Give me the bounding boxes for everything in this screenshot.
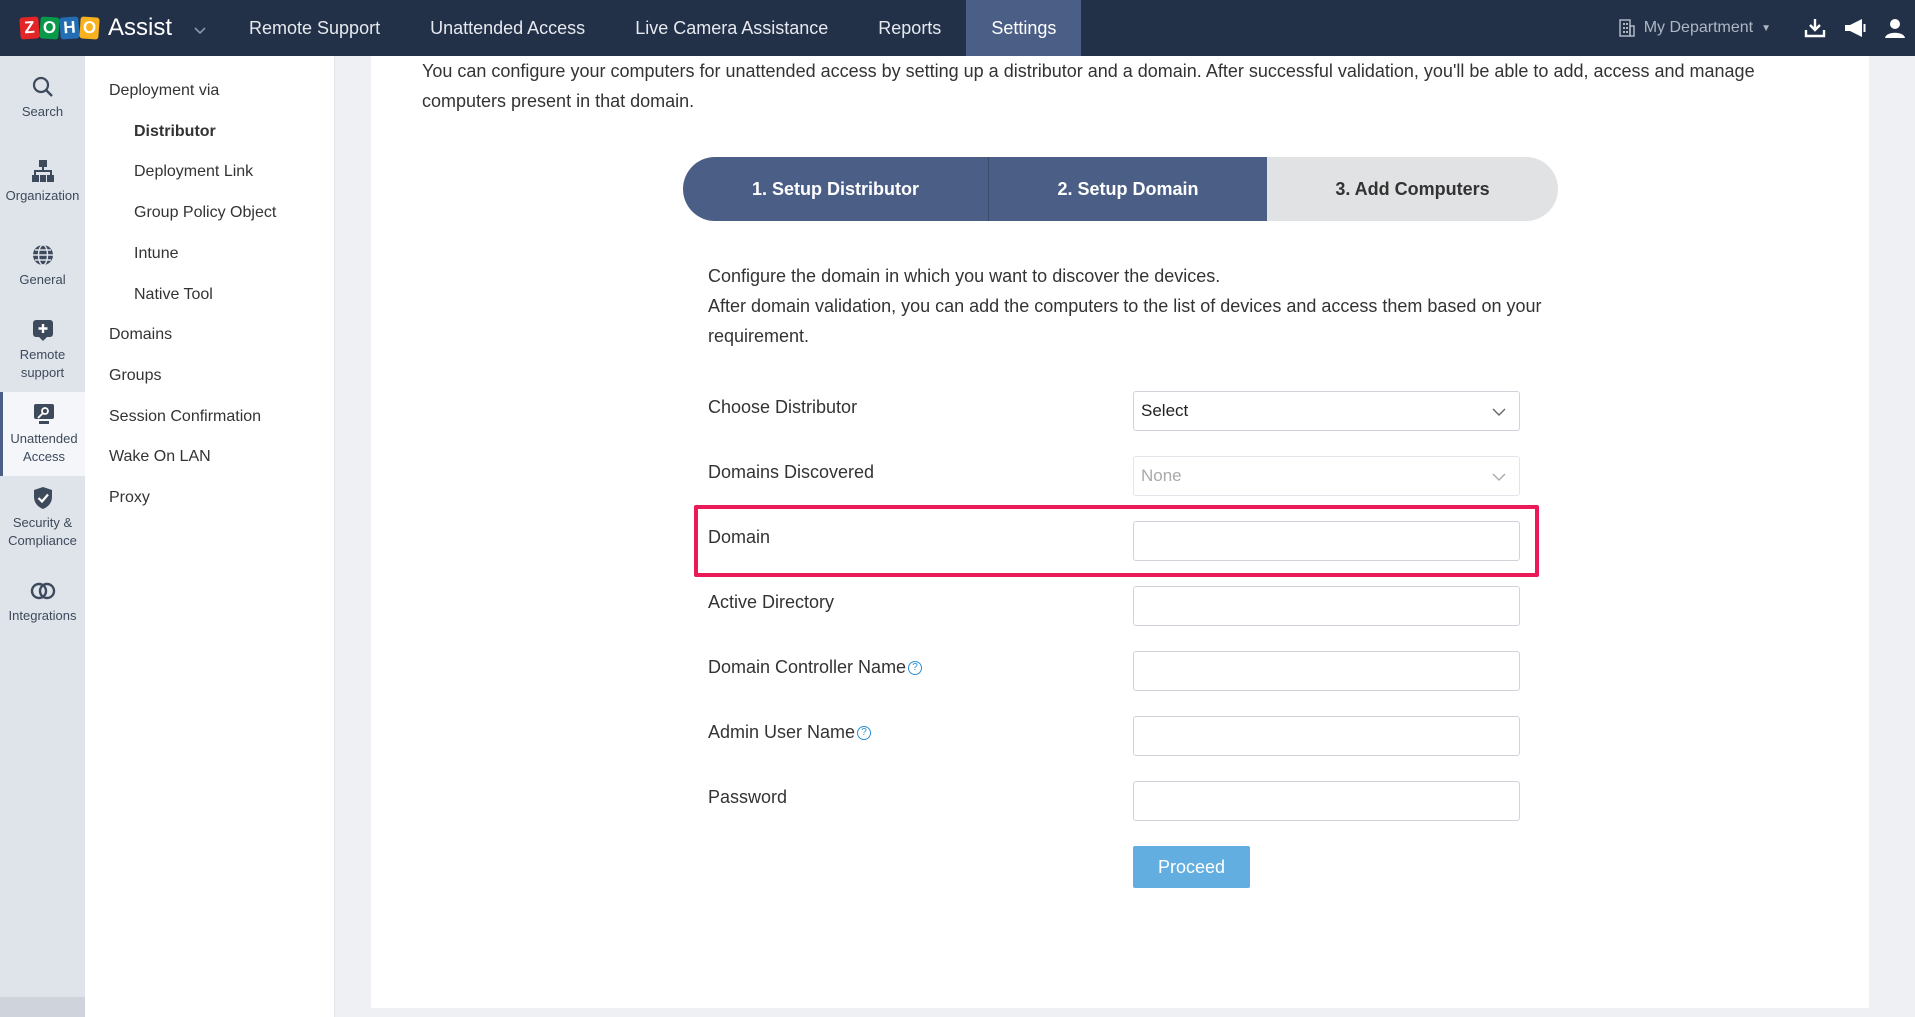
zoho-assist-logo[interactable]: Z O H O Assist — [0, 0, 224, 56]
department-name: My Department — [1644, 19, 1753, 37]
sidebar-item-deployment-via[interactable]: Deployment via — [109, 82, 219, 100]
proceed-button[interactable]: Proceed — [1133, 846, 1250, 888]
nav-remote-support[interactable]: Remote Support — [224, 0, 405, 56]
sidebar-item-groups[interactable]: Groups — [109, 367, 161, 385]
rail-item-remote-support[interactable]: Remote support — [0, 308, 85, 392]
department-selector[interactable]: My Department ▼ — [1618, 19, 1771, 37]
step-setup-domain[interactable]: 2. Setup Domain — [989, 157, 1267, 221]
sidebar-item-domains[interactable]: Domains — [109, 326, 172, 344]
select-value: None — [1141, 466, 1182, 486]
rail-item-search[interactable]: Search — [0, 56, 85, 140]
user-profile-icon[interactable] — [1875, 0, 1915, 56]
sidebar-item-group-policy-object[interactable]: Group Policy Object — [134, 204, 276, 222]
password-input[interactable] — [1141, 782, 1519, 820]
main-nav: Remote Support Unattended Access Live Ca… — [224, 0, 1081, 56]
logo-letter: Z — [19, 16, 39, 39]
setup-stepper: 1. Setup Distributor 2. Setup Domain 3. … — [683, 157, 1558, 221]
logo-letter: H — [59, 16, 79, 39]
logo-letter: O — [39, 16, 59, 39]
admin-user-label-text: Admin User Name — [708, 722, 855, 743]
shield-icon — [31, 486, 55, 510]
sidebar-item-native-tool[interactable]: Native Tool — [134, 286, 213, 304]
domains-discovered-select[interactable]: None — [1133, 456, 1520, 496]
rail-label: Security & — [13, 514, 72, 532]
rail-footer — [0, 997, 85, 1017]
domains-discovered-label: Domains Discovered — [708, 462, 874, 483]
password-label: Password — [708, 787, 787, 808]
choose-distributor-label: Choose Distributor — [708, 397, 857, 418]
rail-item-unattended-access[interactable]: Unattended Access — [0, 392, 85, 476]
nav-settings[interactable]: Settings — [966, 0, 1081, 56]
sidebar-item-wake-on-lan[interactable]: Wake On LAN — [109, 448, 211, 466]
rail-item-security-compliance[interactable]: Security & Compliance — [0, 476, 85, 560]
description-line: Configure the domain in which you want t… — [708, 261, 1568, 291]
left-icon-rail: Search Organization General Remote suppo… — [0, 56, 85, 1017]
rail-label: Organization — [6, 187, 80, 205]
select-value: Select — [1141, 401, 1188, 421]
sidebar-item-deployment-link[interactable]: Deployment Link — [134, 163, 253, 181]
rail-label: General — [19, 271, 65, 289]
chevron-down-icon — [1491, 404, 1507, 420]
admin-user-label: Admin User Name ? — [708, 722, 871, 743]
rail-label: Search — [22, 103, 63, 121]
rail-label: Access — [23, 448, 65, 466]
logo-letter: O — [79, 16, 99, 39]
active-directory-field[interactable] — [1133, 586, 1520, 626]
plus-box-icon — [31, 318, 55, 342]
active-directory-input[interactable] — [1141, 587, 1519, 625]
rail-item-general[interactable]: General — [0, 224, 85, 308]
unattended-access-icon — [32, 402, 56, 426]
rail-item-organization[interactable]: Organization — [0, 140, 85, 224]
caret-down-icon: ▼ — [1761, 23, 1771, 34]
integrations-icon — [30, 579, 56, 603]
active-directory-label: Active Directory — [708, 592, 834, 613]
help-icon[interactable]: ? — [908, 661, 922, 675]
globe-icon — [31, 243, 55, 267]
nav-reports[interactable]: Reports — [853, 0, 966, 56]
rail-label: Remote — [20, 346, 66, 364]
domain-field[interactable] — [1133, 521, 1520, 561]
help-icon[interactable]: ? — [857, 726, 871, 740]
domain-controller-input[interactable] — [1141, 652, 1519, 690]
sidebar-item-proxy[interactable]: Proxy — [109, 489, 150, 507]
admin-user-field[interactable] — [1133, 716, 1520, 756]
search-icon — [31, 75, 55, 99]
sidebar-item-session-confirmation[interactable]: Session Confirmation — [109, 408, 261, 426]
top-navigation-bar: Z O H O Assist Remote Support Unattended… — [0, 0, 1915, 56]
rail-label: support — [21, 364, 64, 382]
domain-controller-field[interactable] — [1133, 651, 1520, 691]
chevron-down-icon[interactable] — [194, 22, 206, 38]
sidebar-item-intune[interactable]: Intune — [134, 245, 178, 263]
domain-controller-label-text: Domain Controller Name — [708, 657, 906, 678]
rail-label: Integrations — [9, 607, 77, 625]
settings-sidebar: Deployment via Distributor Deployment Li… — [85, 56, 335, 1017]
nav-live-camera-assistance[interactable]: Live Camera Assistance — [610, 0, 853, 56]
download-icon[interactable] — [1795, 0, 1835, 56]
top-right-tools: My Department ▼ — [1618, 0, 1915, 56]
announcement-icon[interactable] — [1835, 0, 1875, 56]
choose-distributor-select[interactable]: Select — [1133, 391, 1520, 431]
admin-user-input[interactable] — [1141, 717, 1519, 755]
app-name: Assist — [108, 14, 172, 42]
nav-unattended-access[interactable]: Unattended Access — [405, 0, 610, 56]
step-add-computers[interactable]: 3. Add Computers — [1267, 157, 1558, 221]
rail-label: Compliance — [8, 532, 77, 550]
domain-input[interactable] — [1141, 522, 1519, 560]
zoho-logo-mark: Z O H O — [20, 17, 100, 39]
chevron-down-icon — [1491, 469, 1507, 485]
main-content: You can configure your computers for una… — [371, 56, 1869, 1008]
domain-label: Domain — [708, 527, 770, 548]
organization-icon — [31, 159, 55, 183]
building-icon — [1618, 19, 1636, 37]
domain-controller-label: Domain Controller Name ? — [708, 657, 922, 678]
description-line: After domain validation, you can add the… — [708, 291, 1568, 351]
rail-label: Unattended — [10, 430, 77, 448]
domain-description: Configure the domain in which you want t… — [708, 261, 1568, 351]
intro-text: You can configure your computers for una… — [422, 56, 1842, 116]
step-setup-distributor[interactable]: 1. Setup Distributor — [683, 157, 989, 221]
password-field[interactable] — [1133, 781, 1520, 821]
sidebar-item-distributor[interactable]: Distributor — [134, 123, 216, 141]
rail-item-integrations[interactable]: Integrations — [0, 560, 85, 644]
